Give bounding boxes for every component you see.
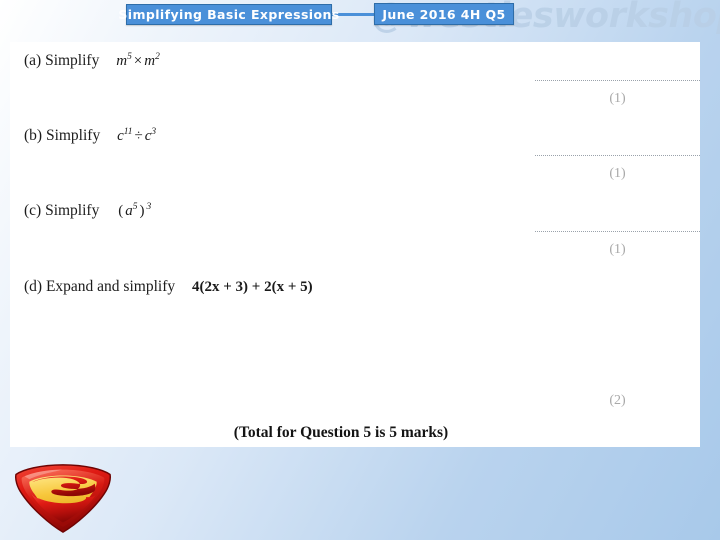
part-b-expression: c11 ÷ c3: [117, 127, 157, 144]
question-part-d: (d) Expand and simplify 4(2x + 3) + 2(x …: [24, 278, 313, 296]
part-d-expression: 4(2x + 3) + 2(x + 5): [191, 279, 313, 295]
answer-line-c[interactable]: [535, 231, 700, 232]
question-part-a: (a) Simplify m5 × m2: [24, 52, 160, 70]
part-b-base-1: c: [117, 128, 124, 144]
header-banner: Simplifying Basic Expressions June 2016 …: [0, 0, 720, 42]
part-b-exponent-1: 11: [123, 127, 133, 137]
total-marks-line: (Total for Question 5 is 5 marks): [233, 424, 449, 441]
mark-allocation-c: (1): [609, 242, 626, 257]
part-a-exponent-2: 2: [155, 52, 160, 62]
part-a-label: (a): [24, 52, 42, 69]
mark-allocation-a: (1): [609, 91, 626, 106]
part-d-stem: Expand and simplify: [45, 278, 176, 295]
answer-line-a[interactable]: [535, 80, 700, 81]
mark-allocation-d: (2): [609, 393, 626, 408]
superman-shield-logo: [15, 464, 111, 533]
mark-allocation-b: (1): [609, 166, 626, 181]
part-d-label: (d): [24, 278, 43, 295]
part-b-label: (b): [24, 127, 43, 144]
part-c-expression: (a5) 3: [116, 202, 152, 219]
part-b-operator: ÷: [134, 128, 143, 144]
part-a-base-2: m: [144, 53, 156, 69]
part-a-expression: m5 × m2: [116, 52, 160, 69]
topic-title-box[interactable]: Simplifying Basic Expressions: [118, 4, 339, 25]
part-c-base-1: a: [125, 203, 133, 219]
part-c-exponent-2: 3: [146, 202, 152, 212]
part-c-stem: Simplify: [45, 202, 100, 219]
part-b-exponent-2: 3: [151, 127, 157, 137]
part-c-paren-open: (: [118, 203, 124, 219]
answer-line-b[interactable]: [535, 155, 700, 156]
part-c-label: (c): [24, 202, 42, 219]
part-a-base-1: m: [116, 53, 128, 69]
part-b-stem: Simplify: [45, 127, 101, 144]
question-part-c: (c) Simplify (a5) 3: [24, 202, 151, 220]
question-panel: (a) Simplify m5 × m2 (b) Simplify c11 ÷ c3 (…: [10, 42, 700, 447]
part-a-operator: ×: [133, 53, 143, 69]
paper-reference-box[interactable]: June 2016 4H Q5: [374, 3, 514, 25]
part-a-stem: Simplify: [45, 52, 100, 69]
question-part-b: (b) Simplify c11 ÷ c3: [24, 127, 156, 145]
